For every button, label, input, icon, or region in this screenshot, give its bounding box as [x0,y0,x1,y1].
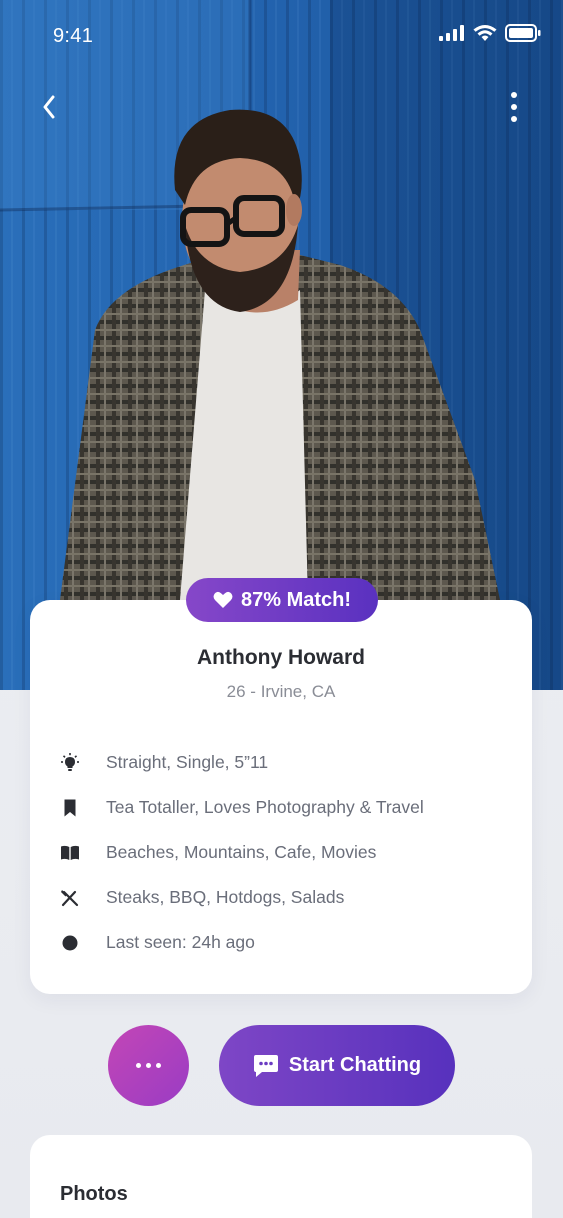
match-label: 87% Match! [240,588,352,611]
dot-icon [136,1063,141,1068]
photos-card: Photos [30,1135,532,1218]
detail-row-lifestyle: Tea Totaller, Loves Photography & Travel [60,785,510,830]
chat-bubble-icon [253,1054,278,1077]
back-button[interactable] [36,90,62,124]
profile-card: Anthony Howard 26 - Irvine, CA Straight,… [30,600,532,994]
more-actions-button[interactable] [108,1025,189,1106]
detail-text: Beaches, Mountains, Cafe, Movies [106,842,377,862]
start-chatting-label: Start Chatting [288,1054,422,1076]
detail-list: Straight, Single, 5”11 Tea Totaller, Lov… [60,740,510,965]
lightbulb-icon [60,752,80,773]
dot-icon [146,1063,151,1068]
status-time: 9:41 [53,25,94,47]
detail-row-orientation: Straight, Single, 5”11 [60,740,510,785]
utensils-icon [60,888,80,908]
match-badge: 87% Match! [186,578,378,622]
detail-text: Straight, Single, 5”11 [106,752,269,772]
battery-icon [505,24,541,42]
profile-screen: 9:41 87% Match! Anthony Howard 26 - Irvi… [0,0,563,1218]
detail-text: Last seen: 24h ago [106,932,255,952]
wifi-icon [473,25,497,41]
detail-row-last-seen: Last seen: 24h ago [60,920,510,965]
detail-row-food: Steaks, BBQ, Hotdogs, Salads [60,875,510,920]
heart-icon [213,591,233,608]
detail-text: Tea Totaller, Loves Photography & Travel [106,797,424,817]
more-options-button[interactable] [503,88,525,126]
dot-icon [511,104,517,110]
bookmark-icon [60,798,80,818]
detail-row-interests: Beaches, Mountains, Cafe, Movies [60,830,510,875]
profile-age-location: 26 - Irvine, CA [226,682,336,701]
profile-name: Anthony Howard [197,646,365,669]
start-chatting-button[interactable]: Start Chatting [219,1025,455,1106]
status-bar: 9:41 [0,0,563,70]
photos-title: Photos [60,1183,128,1205]
detail-text: Steaks, BBQ, Hotdogs, Salads [106,887,345,907]
dot-icon [156,1063,161,1068]
status-dot-icon [60,933,80,953]
chevron-left-icon [43,95,55,119]
dot-icon [511,116,517,122]
status-icons [439,24,541,42]
cellular-signal-icon [439,25,464,41]
book-icon [60,843,80,863]
dot-icon [511,92,517,98]
